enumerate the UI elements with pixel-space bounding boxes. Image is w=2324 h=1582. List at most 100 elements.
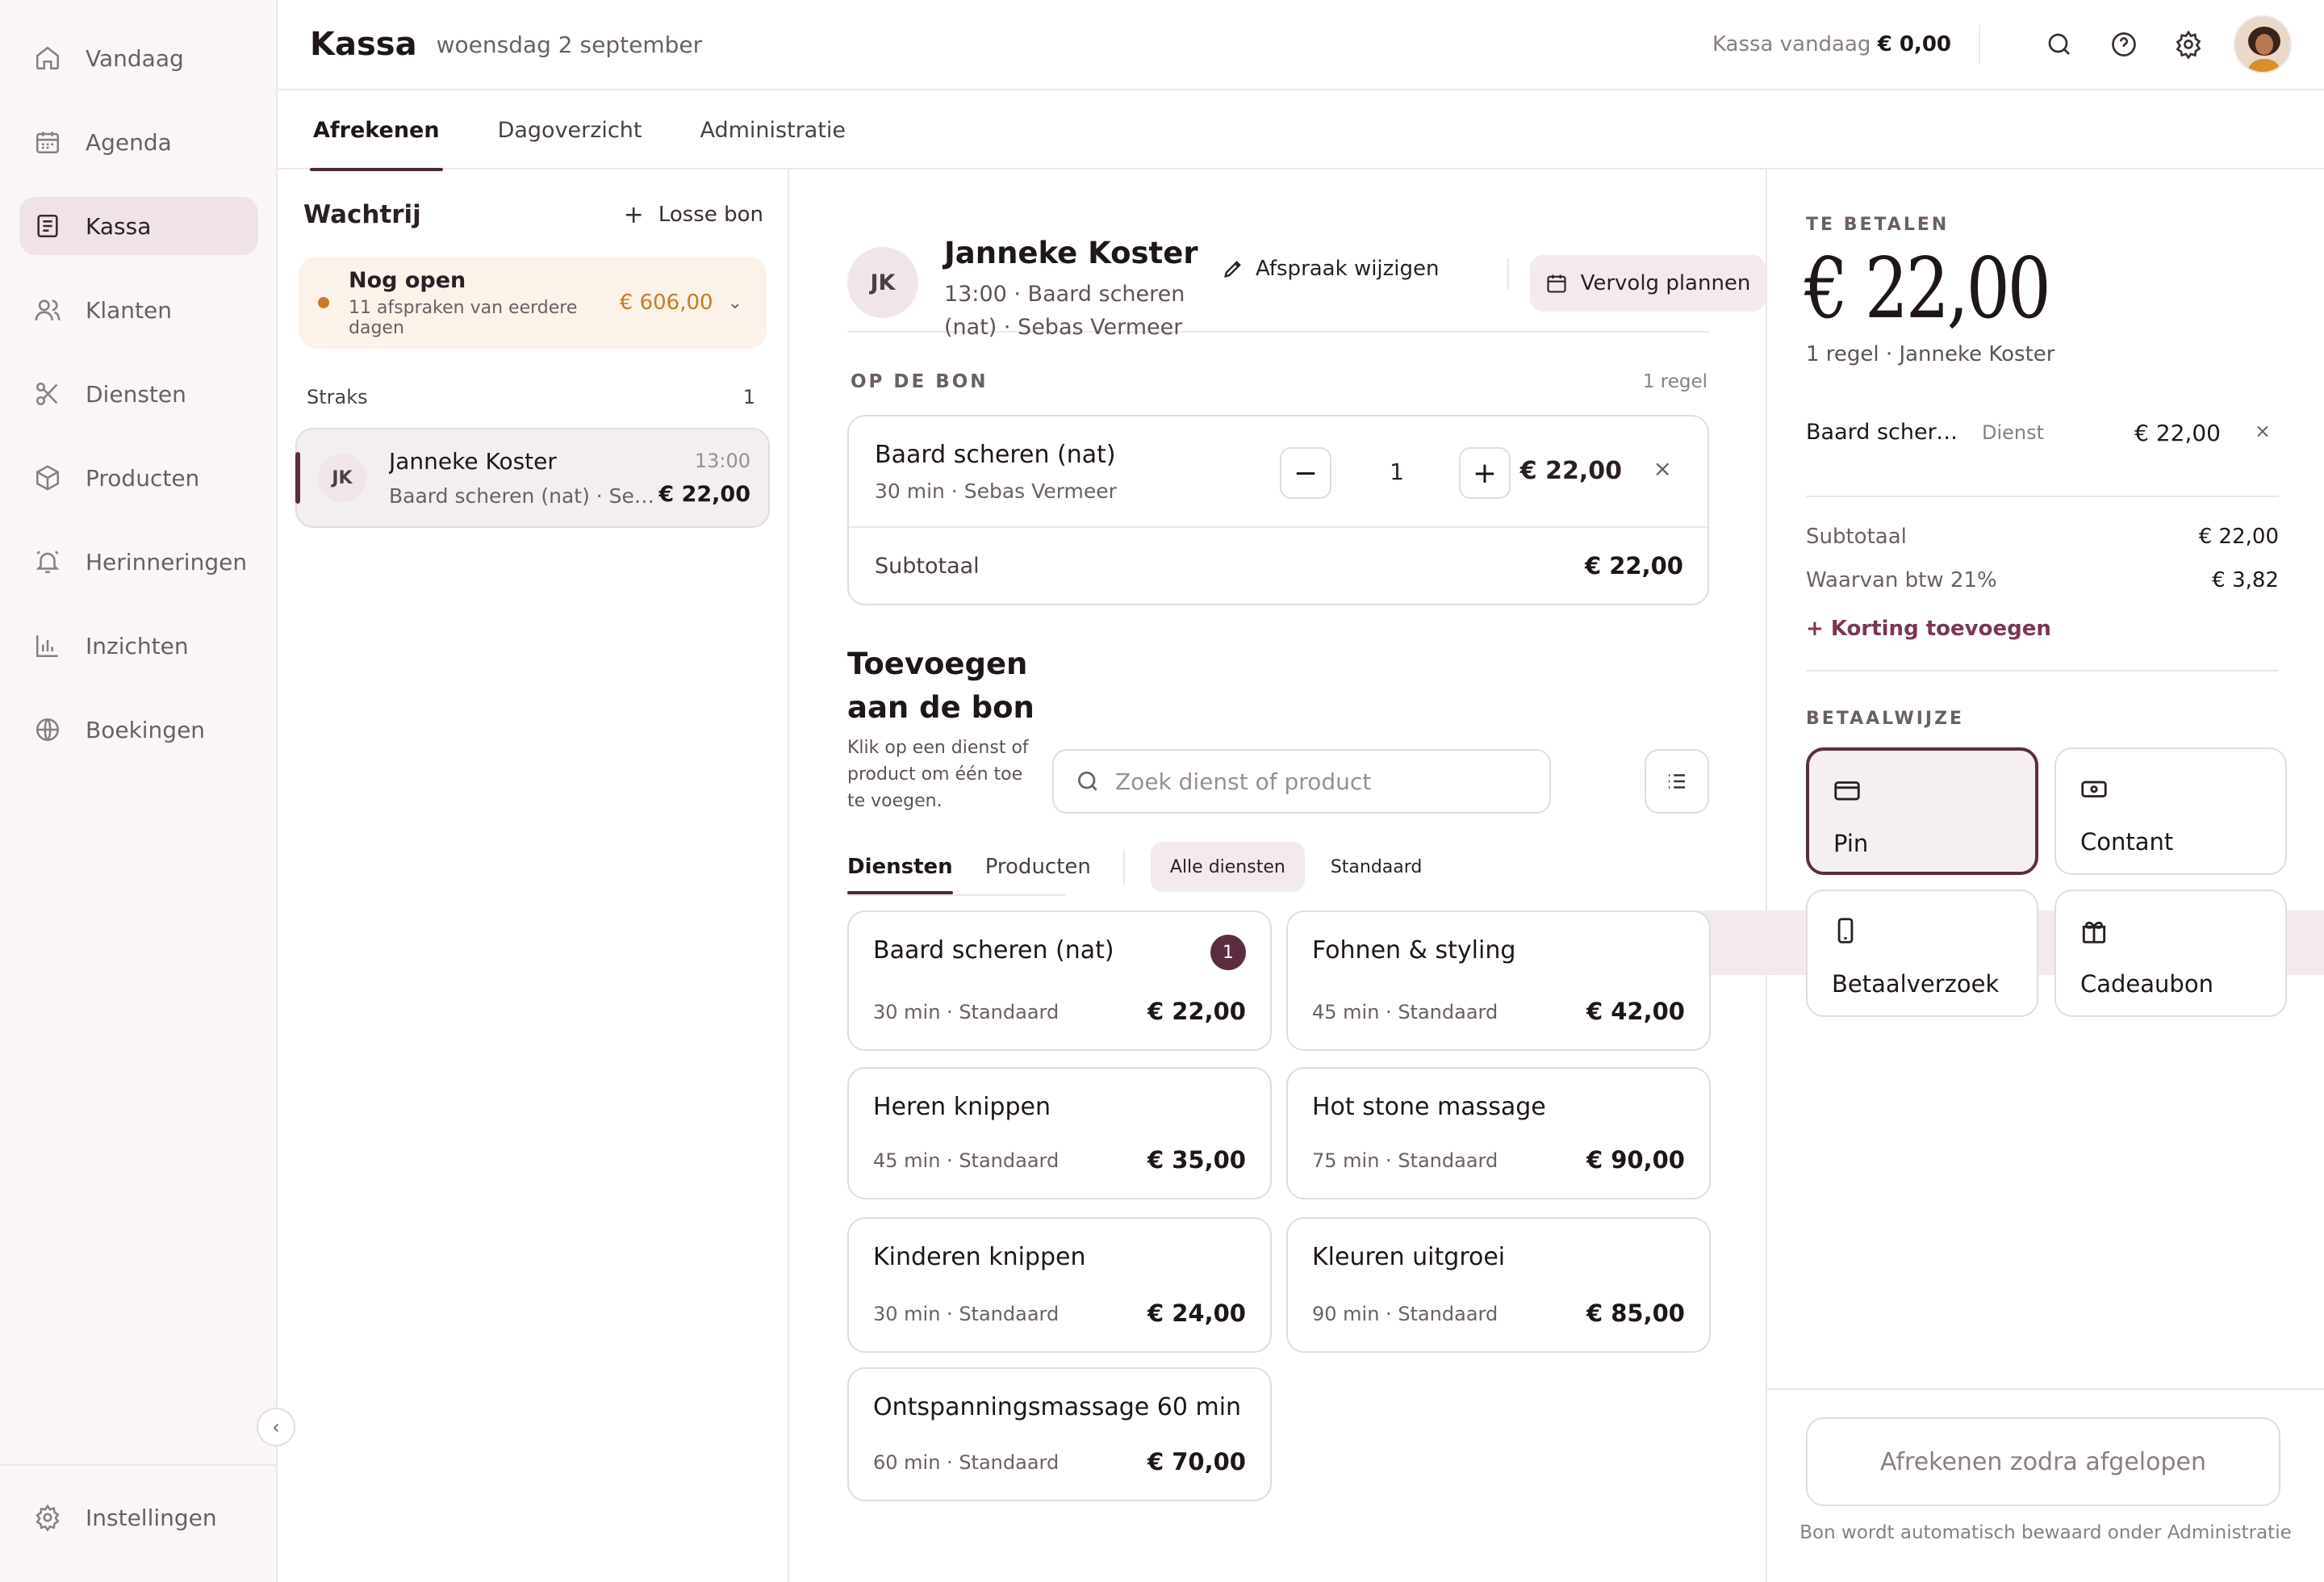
service-name: Kinderen knippen bbox=[873, 1243, 1086, 1271]
subtotal-label: Subtotaal bbox=[1806, 525, 1907, 549]
remove-line-button[interactable]: × bbox=[1653, 455, 1672, 482]
checkout-note: Bon wordt automatisch bewaard onder Admi… bbox=[1799, 1522, 2292, 1543]
receipt-icon bbox=[37, 214, 58, 238]
service-card[interactable]: Kinderen knippen 30 min · Standaard € 24… bbox=[847, 1217, 1272, 1353]
service-sub: 90 min · Standaard bbox=[1312, 1303, 1498, 1325]
search-icon bbox=[2048, 33, 2070, 55]
search-button[interactable] bbox=[2043, 28, 2075, 61]
queue-item-name: Janneke Koster bbox=[389, 448, 557, 475]
sidebar: Vandaag Agenda Kassa Klanten Diensten Pr… bbox=[0, 0, 295, 1582]
filter-separator bbox=[1122, 849, 1125, 885]
service-search[interactable] bbox=[1052, 749, 1551, 814]
sidebar-item-label: Klanten bbox=[86, 296, 172, 324]
open-amount: € 606,00 bbox=[619, 291, 713, 315]
divider bbox=[1806, 670, 2279, 672]
queue-item[interactable]: JK Janneke Koster Baard scheren (nat) · … bbox=[295, 428, 770, 528]
vat-label: Waarvan btw 21% bbox=[1806, 568, 1997, 592]
service-price: € 90,00 bbox=[1586, 1146, 1685, 1174]
help-button[interactable] bbox=[2108, 28, 2140, 61]
service-card[interactable]: Fohnen & styling 45 min · Standaard € 42… bbox=[1286, 910, 1711, 1051]
straks-count: 1 bbox=[742, 386, 755, 408]
plan-followup-button[interactable]: Vervolg plannen bbox=[1530, 255, 1766, 312]
list-view-button[interactable] bbox=[1645, 749, 1709, 814]
plus-icon: + bbox=[623, 200, 644, 229]
payment-method-betaalverzoek[interactable]: Betaalverzoek bbox=[1806, 889, 2038, 1017]
gear-icon bbox=[36, 1504, 60, 1531]
sidebar-item-vandaag[interactable]: Vandaag bbox=[19, 29, 258, 87]
payment-methods-label: BETAALWIJZE bbox=[1806, 709, 1965, 729]
checkout-button[interactable]: Afrekenen zodra afgelopen bbox=[1806, 1417, 2280, 1506]
catalog-tabs: Diensten Producten Alle diensten Standaa… bbox=[847, 836, 1448, 898]
service-card[interactable]: Kleuren uitgroei 90 min · Standaard € 85… bbox=[1286, 1217, 1711, 1353]
customer-initials: JK bbox=[847, 247, 918, 318]
tab-diensten[interactable]: Diensten bbox=[847, 836, 953, 898]
tab-producten[interactable]: Producten bbox=[985, 836, 1091, 898]
payment-line-name: Baard scheren (nat) bbox=[1806, 420, 1959, 445]
queue-item-price: € 22,00 bbox=[658, 481, 750, 507]
sidebar-item-agenda[interactable]: Agenda bbox=[19, 113, 258, 171]
losse-bon-button[interactable]: + Losse bon bbox=[624, 201, 763, 229]
service-card[interactable]: Ontspanningsmassage 60 min 60 min · Stan… bbox=[847, 1367, 1272, 1501]
remove-payment-line-button[interactable]: × bbox=[2255, 420, 2271, 442]
kassa-today: Kassa vandaag € 0,00 bbox=[1712, 32, 1951, 56]
avatar[interactable] bbox=[2234, 15, 2292, 73]
queue-header: Wachtrij + Losse bon bbox=[278, 170, 788, 229]
top-header: Kassa woensdag 2 september Kassa vandaag… bbox=[278, 0, 2324, 90]
sidebar-bottom: Instellingen bbox=[0, 1464, 278, 1546]
sidebar-item-producten[interactable]: Producten bbox=[19, 449, 258, 507]
increase-quantity-button[interactable]: + bbox=[1459, 447, 1511, 499]
chevron-down-icon: ⌄ bbox=[727, 292, 742, 313]
amount-due-label: TE BETALEN bbox=[1806, 215, 1950, 235]
avatar-image bbox=[2235, 17, 2290, 72]
customer-appointment: 13:00 · Baard scheren (nat) · Sebas Verm… bbox=[944, 282, 1185, 340]
sidebar-item-diensten[interactable]: Diensten bbox=[19, 365, 258, 423]
bon-line: Baard scheren (nat) 30 min · Sebas Verme… bbox=[849, 416, 1707, 528]
minus-icon: − bbox=[1293, 456, 1319, 490]
open-text: Nog open 11 afspraken van eerdere dagen bbox=[349, 268, 620, 338]
sidebar-item-klanten[interactable]: Klanten bbox=[19, 281, 258, 339]
filter-chip-all[interactable]: Alle diensten bbox=[1150, 842, 1305, 892]
bon-subtotal-value: € 22,00 bbox=[1584, 552, 1683, 580]
amount-due-value: € 22,00 bbox=[1804, 239, 2051, 337]
divider bbox=[1767, 1388, 2324, 1390]
service-price: € 35,00 bbox=[1147, 1146, 1246, 1174]
filter-chip-standaard[interactable]: Standaard bbox=[1311, 842, 1442, 892]
sidebar-item-inzichten[interactable]: Inzichten bbox=[19, 617, 258, 675]
app: Vandaag Agenda Kassa Klanten Diensten Pr… bbox=[0, 0, 2324, 1582]
queue-item-body: Janneke Koster Baard scheren (nat) · Seb… bbox=[389, 448, 658, 508]
tab-dagoverzicht[interactable]: Dagoverzicht bbox=[498, 90, 642, 170]
payment-method-contant[interactable]: Contant bbox=[2054, 747, 2287, 875]
service-card[interactable]: Hot stone massage 75 min · Standaard € 9… bbox=[1286, 1067, 1711, 1199]
search-input[interactable] bbox=[1115, 768, 1535, 795]
kassa-today-value: € 0,00 bbox=[1877, 32, 1951, 56]
payment-method-cadeaubon[interactable]: Cadeaubon bbox=[2054, 889, 2287, 1017]
sidebar-item-label: Boekingen bbox=[86, 716, 206, 743]
settings-button[interactable] bbox=[2172, 28, 2205, 61]
sidebar-item-instellingen[interactable]: Instellingen bbox=[19, 1488, 258, 1546]
sidebar-item-herinneringen[interactable]: Herinneringen bbox=[19, 533, 258, 591]
service-card[interactable]: Heren knippen 45 min · Standaard € 35,00 bbox=[847, 1067, 1272, 1199]
card-icon bbox=[1834, 781, 1860, 801]
sidebar-item-boekingen[interactable]: Boekingen bbox=[19, 701, 258, 759]
payment-line-price: € 22,00 bbox=[2134, 420, 2221, 446]
sidebar-item-kassa[interactable]: Kassa bbox=[19, 197, 258, 255]
add-discount-link[interactable]: + Korting toevoegen bbox=[1806, 617, 2051, 641]
edit-appointment-button[interactable]: Afspraak wijzigen bbox=[1222, 257, 1440, 281]
service-card[interactable]: Baard scheren (nat) 1 30 min · Standaard… bbox=[847, 910, 1272, 1051]
payment-method-pin[interactable]: Pin bbox=[1806, 747, 2038, 875]
sidebar-nav: Vandaag Agenda Kassa Klanten Diensten Pr… bbox=[19, 29, 258, 785]
service-sub: 60 min · Standaard bbox=[873, 1451, 1060, 1474]
status-dot bbox=[318, 297, 329, 308]
bon-section-label: OP DE BON bbox=[851, 371, 989, 392]
bar-chart-icon bbox=[36, 635, 58, 658]
decrease-quantity-button[interactable]: − bbox=[1280, 447, 1331, 499]
open-appointments-card[interactable]: Nog open 11 afspraken van eerdere dagen … bbox=[299, 257, 767, 349]
subtotal-row: Subtotaal € 22,00 bbox=[1806, 525, 2279, 549]
cash-icon bbox=[2081, 781, 2107, 797]
pencil-icon bbox=[1224, 261, 1241, 278]
tab-administratie[interactable]: Administratie bbox=[700, 90, 846, 170]
scissors-icon bbox=[36, 382, 58, 406]
close-icon: × bbox=[1653, 455, 1672, 482]
service-price: € 42,00 bbox=[1586, 998, 1685, 1025]
tab-afrekenen[interactable]: Afrekenen bbox=[310, 90, 443, 171]
